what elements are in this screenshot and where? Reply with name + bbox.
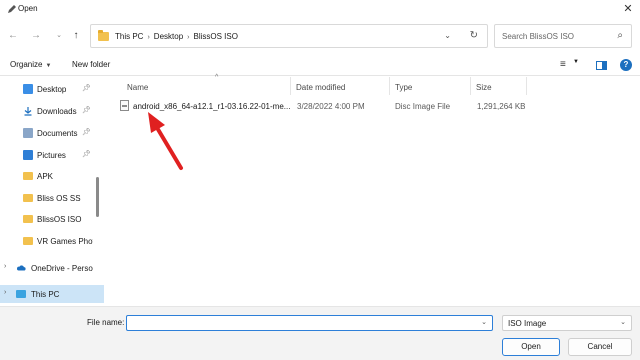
pin-icon: 📌︎ [82,85,91,92]
sidebar-item-onedrive[interactable]: › OneDrive - Perso [0,259,104,277]
preview-pane-icon[interactable] [596,61,607,70]
forward-arrow-icon[interactable]: → [29,29,43,43]
red-arrow-annotation [148,112,183,170]
address-bar[interactable]: This PC › Desktop › BlissOS ISO ⌄ ↻ [90,24,488,48]
new-folder-button[interactable]: New folder [72,60,110,69]
pictures-icon [23,150,33,160]
table-row[interactable]: android_x86_64-a12.1_r1-03.16.22-01-me..… [116,97,636,115]
pin-icon: 📌︎ [82,151,91,158]
search-icon: ⌕ [617,30,623,41]
sidebar-item-blissos-iso[interactable]: BlissOS ISO [0,210,104,228]
pin-icon: 📌︎ [82,129,91,136]
sidebar-item-label: BlissOS ISO [37,215,82,224]
caret-down-icon[interactable]: ▼ [573,59,579,65]
sidebar-item-label: Bliss OS SS [37,194,81,203]
desktop-icon [23,84,33,94]
sidebar-item-this-pc[interactable]: › This PC [0,285,104,303]
window-title: Open [18,4,38,13]
chevron-down-icon[interactable]: ⌄ [481,318,487,326]
dialog-footer: File name: ⌄ ISO Image ⌄ Open Cancel [0,306,640,360]
column-header-type[interactable]: Type [390,77,470,97]
column-header-label: Type [395,83,413,92]
view-options-icon[interactable]: ≡ [560,59,566,70]
open-button[interactable]: Open [502,338,560,356]
file-type-value: ISO Image [508,319,547,328]
file-type-select[interactable]: ISO Image ⌄ [502,315,632,331]
sidebar-item-label: VR Games Phot [37,237,93,246]
folder-icon [23,172,33,180]
cloud-icon [16,265,26,271]
sidebar-item-pictures[interactable]: Pictures 📌︎ [0,146,104,164]
folder-icon [98,30,109,41]
column-header-label: Size [476,83,492,92]
file-name-label: File name: [87,318,125,327]
navigation-bar: ← → ⌄ ↑ This PC › Desktop › BlissOS ISO ⌄ ↻ … [0,20,640,52]
download-icon [24,107,32,116]
breadcrumb-this-pc[interactable]: This PC [115,32,143,41]
documents-icon [23,128,33,138]
refresh-icon[interactable]: ↻ [470,30,478,41]
title-bar: Open ✕ [0,0,640,18]
back-arrow-icon[interactable]: ← [6,29,20,43]
close-icon[interactable]: ✕ [620,2,636,16]
help-icon[interactable]: ? [620,59,632,71]
sidebar-scrollbar[interactable] [96,177,99,217]
sidebar-item-desktop[interactable]: Desktop 📌︎ [0,80,104,98]
folder-icon [23,194,33,202]
chevron-down-icon: ⌄ [620,319,626,326]
chevron-right-icon: › [187,34,190,41]
sidebar-item-documents[interactable]: Documents 📌︎ [0,124,104,142]
chevron-right-icon[interactable]: › [4,263,6,270]
file-type: Disc Image File [395,102,451,111]
recent-locations-chevron-icon[interactable]: ⌄ [52,29,66,43]
search-input[interactable]: Search BlissOS ISO [502,32,574,41]
column-header-size[interactable]: Size [471,77,531,97]
column-header-label: Name [127,83,149,92]
column-header-name[interactable]: ^ Name [120,74,290,97]
sidebar-item-label: OneDrive - Perso [31,264,93,273]
column-header-label: Date modified [296,83,346,92]
breadcrumb-desktop[interactable]: Desktop [154,32,183,41]
cancel-button[interactable]: Cancel [568,338,632,356]
sidebar-item-vr-games-photos[interactable]: VR Games Phot [0,232,104,250]
pin-icon: 📌︎ [82,107,91,114]
folder-icon [23,237,33,245]
pen-icon [8,5,16,13]
sidebar-item-label: This PC [31,290,60,299]
file-name-field[interactable]: ⌄ [126,315,493,331]
file-size: 1,291,264 KB [477,102,526,111]
breadcrumb: This PC › Desktop › BlissOS ISO [115,32,238,41]
search-box[interactable]: Search BlissOS ISO ⌕ [494,24,632,48]
command-bar: Organize ▼ New folder ≡ ▼ ? [0,54,640,76]
disc-image-file-icon [120,100,129,111]
sidebar-item-apk[interactable]: APK [0,167,104,185]
up-arrow-icon[interactable]: ↑ [69,29,83,43]
column-header-date[interactable]: Date modified [291,77,391,97]
folder-icon [23,215,33,223]
column-divider[interactable] [526,77,527,95]
pc-icon [16,290,26,298]
chevron-down-icon[interactable]: ⌄ [444,31,451,40]
sidebar-item-downloads[interactable]: Downloads 📌︎ [0,102,104,120]
file-date: 3/28/2022 4:00 PM [297,102,365,111]
chevron-right-icon[interactable]: › [4,289,6,296]
caret-down-icon: ▼ [45,63,52,69]
organize-button[interactable]: Organize ▼ [10,60,51,69]
organize-label: Organize [10,60,43,69]
sidebar-item-label: APK [37,172,54,181]
chevron-right-icon: › [147,34,150,41]
sort-ascending-icon: ^ [215,74,219,81]
navigation-pane: Desktop 📌︎ Downloads 📌︎ Documents 📌︎ Pic… [0,77,104,306]
sidebar-item-bliss-os-ss[interactable]: Bliss OS SS [0,189,104,207]
breadcrumb-blissos-iso[interactable]: BlissOS ISO [194,32,238,41]
